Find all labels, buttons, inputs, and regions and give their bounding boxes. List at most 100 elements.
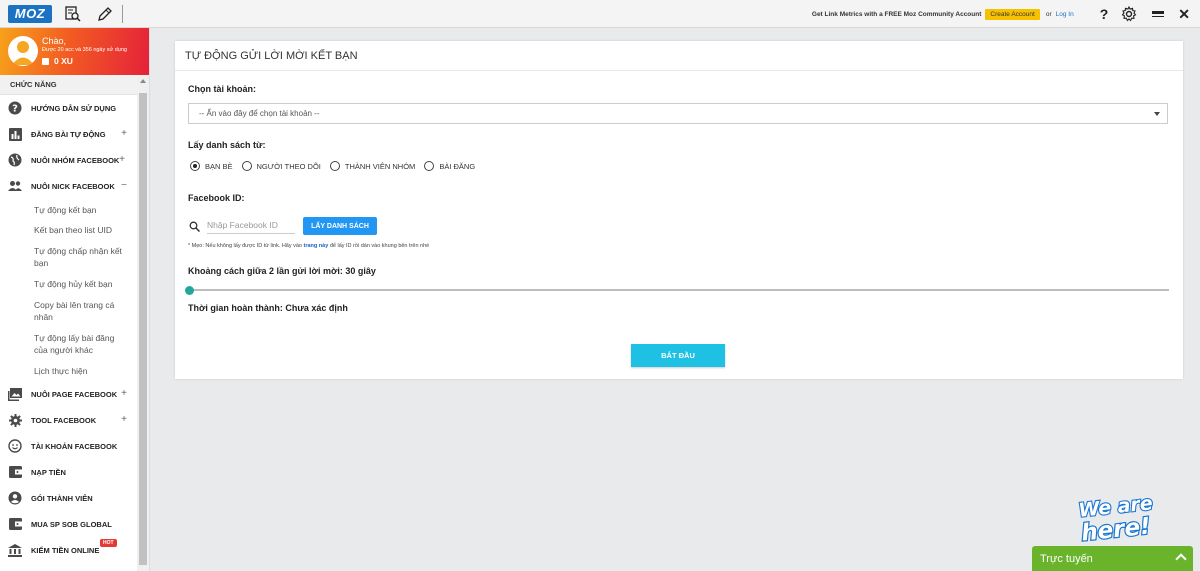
- sidebar-item-guide[interactable]: ? HƯỚNG DẪN SỬ DỤNG: [0, 95, 149, 121]
- account-select[interactable]: -- Ấn vào đây để chọn tài khoản --: [188, 103, 1168, 124]
- highlight-pencil-icon[interactable]: [94, 3, 116, 25]
- tip-prefix: * Mẹo: Nếu không lấy được ID từ link. Hã…: [188, 243, 302, 249]
- sidebar-subitem[interactable]: Tự động kết bạn: [0, 199, 149, 220]
- people-icon: [8, 179, 22, 193]
- expand-plus-icon[interactable]: +: [121, 414, 127, 425]
- sidebar-item-group-facebook[interactable]: NUÔI NHÓM FACEBOOK +: [0, 147, 149, 173]
- sidebar-item-label: TOOL FACEBOOK: [31, 415, 97, 425]
- finish-time-label: Thời gian hoàn thành: Chưa xác định: [188, 303, 348, 313]
- facebook-id-label: Facebook ID:: [188, 193, 245, 203]
- sidebar-subitem[interactable]: Tự động lấy bài đăng của người khác: [0, 328, 149, 361]
- get-list-button[interactable]: LẤY DANH SÁCH: [303, 217, 377, 235]
- sidebar-menu: ? HƯỚNG DẪN SỬ DỤNG ĐĂNG BÀI TỰ ĐỘNG + N…: [0, 95, 149, 563]
- coin-balance-text: 0 XU: [54, 56, 73, 66]
- radio-followers[interactable]: NGƯỜI THEO DÕI: [241, 161, 321, 171]
- source-radio-group: BẠN BÈ NGƯỜI THEO DÕI THÀNH VIÊN NHÓM BÀ…: [190, 161, 484, 171]
- sidebar-item-earn-online[interactable]: KIẾM TIỀN ONLINE HOT: [0, 537, 149, 563]
- scroll-up-arrow-icon[interactable]: [140, 79, 146, 83]
- interval-slider-handle[interactable]: [185, 286, 194, 295]
- tip-link[interactable]: trang này: [304, 243, 329, 249]
- sidebar-item-page-facebook[interactable]: NUÔI PAGE FACEBOOK +: [0, 381, 149, 407]
- login-link[interactable]: Log In: [1056, 11, 1074, 18]
- bank-icon: [8, 543, 22, 557]
- help-circle-icon: ?: [8, 101, 22, 115]
- radio-button[interactable]: [424, 161, 435, 171]
- interval-slider-track[interactable]: [189, 289, 1169, 291]
- live-chat-bar[interactable]: Trực tuyến: [1032, 546, 1193, 571]
- sidebar-item-label: MUA SP SOB GLOBAL: [31, 519, 112, 529]
- photo-library-icon: [8, 387, 22, 401]
- coin-balance: 0 XU: [42, 56, 73, 66]
- sidebar-subitem[interactable]: Kết bạn theo list UID: [0, 220, 149, 241]
- tip-suffix: để lấy ID rồi dán vào khung bên trên nhé: [329, 243, 430, 249]
- collapse-minus-icon[interactable]: −: [121, 180, 127, 191]
- help-button[interactable]: ?: [1100, 6, 1109, 22]
- sidebar-item-label: NẠP TIỀN: [31, 467, 66, 477]
- sidebar-item-sob-global[interactable]: MUA SP SOB GLOBAL: [0, 511, 149, 537]
- radio-button-checked[interactable]: [190, 161, 200, 171]
- expand-plus-icon[interactable]: +: [121, 128, 127, 139]
- close-icon[interactable]: ✕: [1178, 6, 1190, 23]
- radio-button[interactable]: [329, 161, 340, 171]
- radio-posts[interactable]: BÀI ĐĂNG: [424, 161, 475, 171]
- sidebar-subitem[interactable]: Tự động chấp nhận kết bạn: [0, 241, 149, 274]
- account-label: Chọn tài khoản:: [188, 84, 256, 94]
- facebook-id-input[interactable]: [207, 216, 295, 234]
- radio-label: BẠN BÈ: [205, 161, 233, 171]
- auto-friend-request-card: TỰ ĐỘNG GỬI LỜI MỜI KẾT BẠN Chọn tài kho…: [175, 41, 1183, 379]
- expand-plus-icon[interactable]: +: [121, 388, 127, 399]
- settings-gear-icon[interactable]: [1120, 5, 1138, 23]
- expand-plus-icon[interactable]: +: [119, 154, 125, 165]
- sidebar-item-label: ĐĂNG BÀI TỰ ĐỘNG: [31, 129, 106, 139]
- dropdown-caret-icon: [1154, 112, 1160, 116]
- moz-logo[interactable]: MOZ: [8, 4, 52, 23]
- sidebar-item-label: NUÔI NICK FACEBOOK: [31, 181, 115, 191]
- sidebar-subitem[interactable]: Lịch thực hiện: [0, 361, 149, 381]
- chevron-up-icon[interactable]: [1175, 553, 1187, 565]
- sidebar-item-top-up[interactable]: NẠP TIỀN: [0, 459, 149, 485]
- radio-button[interactable]: [241, 161, 252, 171]
- wallet-icon: [8, 465, 22, 479]
- usage-text: Được 20 acc và 356 ngày sử dụng: [42, 47, 127, 53]
- hot-badge: HOT: [100, 539, 117, 547]
- sidebar-item-nick-facebook[interactable]: NUÔI NICK FACEBOOK −: [0, 173, 149, 199]
- search-icon: [188, 220, 200, 232]
- or-text: or: [1045, 10, 1052, 18]
- radio-friends[interactable]: BẠN BÈ: [190, 161, 233, 171]
- sidebar-item-tool-facebook[interactable]: TOOL FACEBOOK +: [0, 407, 149, 433]
- create-account-button[interactable]: Create Account: [985, 8, 1040, 20]
- sidebar-item-membership[interactable]: GÓI THÀNH VIÊN: [0, 485, 149, 511]
- account-select-value: -- Ấn vào đây để chọn tài khoản --: [199, 109, 320, 118]
- interval-label: Khoảng cách giữa 2 lần gửi lời mời: 30 g…: [188, 266, 376, 276]
- page-title: TỰ ĐỘNG GỬI LỜI MỜI KẾT BẠN: [175, 41, 1183, 71]
- radio-group-members[interactable]: THÀNH VIÊN NHÓM: [329, 161, 416, 171]
- scrollbar-thumb[interactable]: [139, 93, 147, 565]
- sidebar-item-label: NUÔI NHÓM FACEBOOK: [31, 155, 120, 165]
- sidebar-item-facebook-accounts[interactable]: TÀI KHOẢN FACEBOOK: [0, 433, 149, 459]
- gear-icon: [8, 413, 22, 427]
- start-button[interactable]: BẮT ĐẦU: [631, 344, 725, 367]
- avatar[interactable]: [8, 36, 38, 66]
- bar-chart-icon: [8, 127, 22, 141]
- svg-text:?: ?: [12, 104, 18, 115]
- radio-label: THÀNH VIÊN NHÓM: [344, 161, 416, 171]
- sidebar-item-label: GÓI THÀNH VIÊN: [31, 493, 93, 503]
- sidebar-item-auto-post[interactable]: ĐĂNG BÀI TỰ ĐỘNG +: [0, 121, 149, 147]
- minimize-icon[interactable]: [1152, 11, 1165, 17]
- list-source-label: Lấy danh sách từ:: [188, 140, 266, 150]
- page-analysis-icon[interactable]: [62, 3, 84, 25]
- tip-text: * Mẹo: Nếu không lấy được ID từ link. Hã…: [188, 243, 429, 249]
- sidebar-item-label: TÀI KHOẢN FACEBOOK: [31, 441, 118, 451]
- greeting-text: Chào,: [42, 36, 67, 46]
- sidebar-subitem[interactable]: Copy bài lên trang cá nhân: [0, 295, 149, 328]
- moz-toolbar: MOZ Get Link Metrics with a FREE Moz Com…: [0, 0, 1200, 28]
- sidebar: Chào, Được 20 acc và 356 ngày sử dụng 0 …: [0, 28, 150, 571]
- smiley-icon: [8, 439, 22, 453]
- sidebar-subitem[interactable]: Tự động hủy kết bạn: [0, 274, 149, 295]
- toolbar-divider: [122, 4, 123, 23]
- sidebar-scrollbar[interactable]: [137, 75, 149, 571]
- globe-icon: [8, 153, 22, 167]
- we-are-here-badge[interactable]: We are here!: [1066, 491, 1162, 548]
- sidebar-item-label: NUÔI PAGE FACEBOOK: [31, 389, 118, 399]
- wallet-icon: [8, 517, 22, 531]
